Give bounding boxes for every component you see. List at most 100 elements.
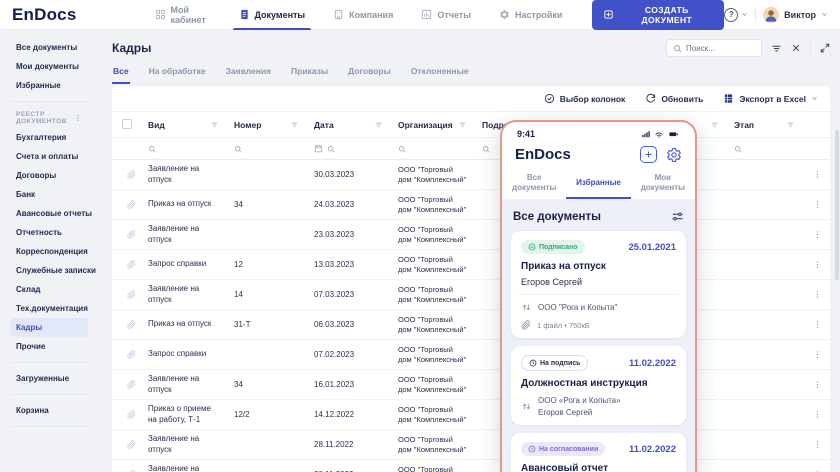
column-filter-icon[interactable] <box>710 120 719 129</box>
column-header[interactable]: Номер <box>228 120 308 130</box>
divider <box>10 394 88 395</box>
sidebar-item[interactable]: Прочие <box>10 337 88 356</box>
sidebar-item[interactable]: Кадры <box>10 318 88 337</box>
row-menu-button[interactable] <box>804 230 830 239</box>
row-menu-button[interactable] <box>804 410 830 419</box>
filter-cell-number[interactable] <box>228 145 308 153</box>
column-filter-icon[interactable] <box>786 120 795 129</box>
sidebar-item[interactable]: Корреспонденция <box>10 242 88 261</box>
help-button[interactable]: ? <box>724 8 748 22</box>
nav-my-cabinet[interactable]: Мой кабинет <box>155 0 211 30</box>
nav-label: Компания <box>349 10 393 20</box>
add-document-button[interactable] <box>640 146 657 163</box>
page-tab[interactable]: Заявления <box>225 64 272 84</box>
sidebar-item[interactable]: Все документы <box>10 38 88 57</box>
sidebar-item[interactable]: Отчетность <box>10 223 88 242</box>
table-row[interactable]: Запрос справки 12 13.03.2023 ООО "Торгов… <box>112 250 830 280</box>
filter-cell-stage[interactable] <box>728 145 804 153</box>
sidebar-item-downloads[interactable]: Загруженные <box>10 369 88 388</box>
sidebar-item[interactable]: Счета и оплаты <box>10 147 88 166</box>
sidebar-item[interactable]: Банк <box>10 185 88 204</box>
page-tab[interactable]: Все <box>112 64 130 84</box>
column-header[interactable]: Этап <box>728 120 804 130</box>
close-icon[interactable] <box>791 43 801 53</box>
row-menu-button[interactable] <box>804 170 830 179</box>
choose-columns-button[interactable]: Выбор колонок <box>544 93 626 104</box>
table-row[interactable]: Заявление на отпуск 34 16.01.2023 ООО "Т… <box>112 370 830 400</box>
column-filter-icon[interactable] <box>210 120 219 129</box>
table-row[interactable]: Заявление на отпуск 23.03.2023 ООО "Торг… <box>112 220 830 250</box>
phone-tab[interactable]: Избранные <box>566 169 630 199</box>
create-document-button[interactable]: СОЗДАТЬ ДОКУМЕНТ <box>592 0 724 30</box>
user-menu[interactable]: Виктор <box>763 7 828 23</box>
table-row[interactable]: Заявление на отпуск 28.11.2022 ООО "Торг… <box>112 460 830 472</box>
fullscreen-icon[interactable] <box>820 43 830 53</box>
scrollbar-thumb[interactable] <box>835 130 839 280</box>
table-row[interactable]: Приказ на отпуск 34 24.03.2023 ООО "Торг… <box>112 190 830 220</box>
page-tab[interactable]: Договоры <box>347 64 392 84</box>
nav-reports[interactable]: Отчеты <box>421 0 471 30</box>
filter-lines-icon[interactable] <box>771 43 782 54</box>
route-arrows-icon <box>521 302 532 313</box>
table-row[interactable]: Заявление на отпуск 14 07.03.2023 ООО "Т… <box>112 280 830 310</box>
column-header[interactable]: Вид <box>142 120 228 130</box>
card-person: Егоров Сергей <box>521 277 676 287</box>
row-menu-button[interactable] <box>804 380 830 389</box>
phone-tab[interactable]: Все документы <box>502 169 566 199</box>
sliders-filter-icon[interactable] <box>671 210 684 223</box>
cell-type: Заявление на отпуск <box>142 164 228 185</box>
refresh-button[interactable]: Обновить <box>645 93 703 104</box>
document-card[interactable]: На подпись 11.02.2022 Должностная инстру… <box>511 346 686 425</box>
search-icon <box>673 44 682 53</box>
calendar-icon[interactable] <box>314 144 323 153</box>
row-menu-button[interactable] <box>804 320 830 329</box>
table-row[interactable]: Запрос справки 07.02.2023 ООО "Торговый … <box>112 340 830 370</box>
nav-documents[interactable]: Документы <box>239 0 306 30</box>
search-input[interactable] <box>686 44 755 53</box>
page-tab[interactable]: На обработке <box>148 64 207 84</box>
table-row[interactable]: Приказ о приеме на работу, Т-1 12/2 14.1… <box>112 400 830 430</box>
table-row[interactable]: Заявление на отпуск 28.11.2022 ООО "Торг… <box>112 430 830 460</box>
gear-icon[interactable] <box>666 147 682 163</box>
sidebar-item[interactable]: Склад <box>10 280 88 299</box>
nav-settings[interactable]: Настройки <box>499 0 562 30</box>
cell-type: Запрос справки <box>142 349 228 359</box>
search-box <box>666 39 762 57</box>
sidebar-item[interactable]: Мои документы <box>10 57 88 76</box>
document-card[interactable]: На согласовании 11.02.2022 Авансовый отч… <box>511 433 686 472</box>
row-menu-button[interactable] <box>804 290 830 299</box>
page-tab[interactable]: Отклоненные <box>410 64 470 84</box>
column-filter-icon[interactable] <box>458 120 467 129</box>
export-excel-button[interactable]: Экспорт в Excel <box>723 93 818 104</box>
phone-tab[interactable]: Мои документы <box>631 169 695 199</box>
column-header[interactable]: Организация <box>392 120 476 130</box>
row-menu-button[interactable] <box>804 440 830 449</box>
sidebar-item-trash[interactable]: Корзина <box>10 401 88 420</box>
table-row[interactable]: Заявление на отпуск 30.03.2023 ООО "Торг… <box>112 160 830 190</box>
cell-org: ООО "Торговый дом "Комплексный" <box>392 345 476 365</box>
document-card[interactable]: Подписано 25.01.2021 Приказ на отпуск Ег… <box>511 231 686 338</box>
filter-cell-type[interactable] <box>142 145 228 153</box>
sidebar-item[interactable]: Бухгалтерия <box>10 128 88 147</box>
row-menu-button[interactable] <box>804 200 830 209</box>
column-filter-icon[interactable] <box>374 120 383 129</box>
nav-company[interactable]: Компания <box>333 0 393 30</box>
page-title: Кадры <box>112 41 151 55</box>
sidebar-item[interactable]: Тех.документация <box>10 299 88 318</box>
filter-cell-org[interactable] <box>392 145 476 153</box>
page-tab[interactable]: Приказы <box>290 64 329 84</box>
kebab-icon[interactable] <box>74 114 82 122</box>
row-menu-button[interactable] <box>804 350 830 359</box>
sidebar-item[interactable]: Избранные <box>10 76 88 95</box>
cell-date: 14.12.2022 <box>308 410 392 419</box>
table-row[interactable]: Приказ на отпуск 31-Т 06.03.2023 ООО "То… <box>112 310 830 340</box>
status-badge: На согласовании <box>521 442 605 456</box>
column-filter-icon[interactable] <box>290 120 299 129</box>
sidebar-item[interactable]: Авансовые отчеты <box>10 204 88 223</box>
select-all-checkbox[interactable] <box>122 119 132 129</box>
column-header[interactable]: Дата <box>308 120 392 130</box>
sidebar-item[interactable]: Договоры <box>10 166 88 185</box>
filter-cell-date[interactable] <box>308 144 392 153</box>
sidebar-item[interactable]: Служебные записки <box>10 261 88 280</box>
row-menu-button[interactable] <box>804 260 830 269</box>
